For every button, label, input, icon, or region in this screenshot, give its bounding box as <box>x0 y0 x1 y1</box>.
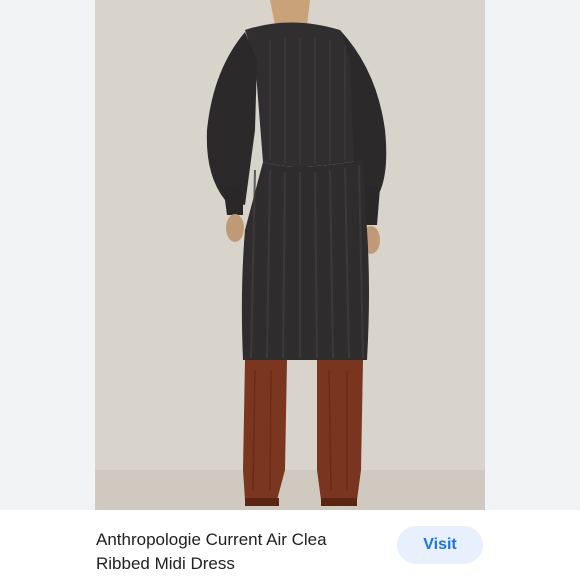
right-margin <box>485 0 580 510</box>
product-image[interactable] <box>95 0 485 510</box>
result-caption: Anthropologie Current Air Clea Ribbed Mi… <box>0 510 580 580</box>
left-margin <box>0 0 95 510</box>
product-photo-illustration <box>95 0 485 510</box>
product-title[interactable]: Anthropologie Current Air Clea Ribbed Mi… <box>96 528 386 576</box>
visit-button[interactable]: Visit <box>397 526 483 564</box>
